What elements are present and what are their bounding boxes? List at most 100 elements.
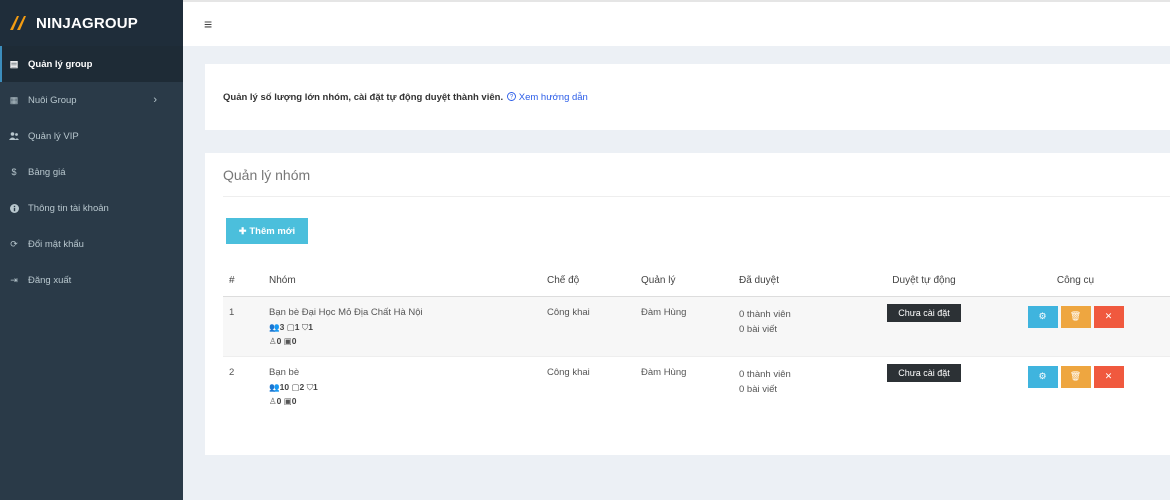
delete-button[interactable]: 🗑 [1060, 305, 1091, 328]
table-row[interactable]: 2 Bạn bè 👥10 ▢2 ⛉1 ♙0 ▣0 Công khai Đàm H… [223, 356, 1170, 416]
column-header-tools: Công cụ [981, 266, 1170, 297]
sidebar-item-label: Nuôi Group [28, 94, 77, 106]
pending-count: 0 [276, 395, 282, 406]
photos-count: 0 [291, 335, 297, 346]
auto-approve-status-button[interactable]: Chưa cài đặt [887, 363, 961, 382]
posts-count: 2 [299, 381, 305, 392]
admins-count: 1 [308, 321, 313, 332]
close-icon: ✕ [1104, 311, 1113, 321]
members-icon: 👥 [269, 381, 280, 392]
column-header-admin[interactable]: Quản lý [641, 266, 739, 297]
close-icon: ✕ [1104, 371, 1113, 381]
approved-cell: 0 thành viên 0 bài viết [739, 356, 867, 416]
image-icon: ▣ [283, 395, 292, 406]
approved-posts: 0 bài viết [739, 383, 778, 395]
tools-cell: ⚙ 🗑 ✕ [981, 356, 1170, 416]
approved-cell: 0 thành viên 0 bài viết [739, 296, 867, 356]
row-number: 2 [229, 366, 235, 378]
brand[interactable]: NINJAGROUP [0, 0, 183, 46]
sidebar-item-doi-mat-khau[interactable]: ⟳ Đổi mật khẩu [0, 226, 183, 262]
approved-members: 0 thành viên [739, 308, 791, 320]
group-name[interactable]: Bạn bè Đại Học Mỏ Địa Chất Hà Nội [269, 307, 547, 318]
menu-toggle-icon[interactable]: ≡ [204, 17, 212, 31]
sidebar-item-label: Đổi mật khẩu [28, 238, 84, 250]
sidebar-item-label: Thông tin tài khoản [28, 202, 109, 214]
user-icon: ♙ [269, 395, 277, 406]
refresh-icon: ⟳ [10, 238, 18, 249]
delete-button[interactable]: 🗑 [1060, 365, 1091, 388]
approved-members: 0 thành viên [739, 368, 791, 380]
dollar-icon: $ [11, 167, 17, 177]
auto-approve-cell: Chưa cài đặt [867, 356, 981, 416]
user-icon: ♙ [269, 335, 277, 346]
sidebar-item-label: Quản lý VIP [28, 130, 79, 142]
group-pending-stats: ♙0 ▣0 [269, 335, 547, 347]
pending-count: 0 [276, 335, 282, 346]
info-box: Quản lý số lượng lớn nhóm, cài đặt tự độ… [205, 64, 1170, 130]
trash-icon: 🗑 [1069, 371, 1082, 381]
auto-approve-cell: Chưa cài đặt [867, 296, 981, 356]
top-header: ≡ [183, 0, 1170, 46]
calendar-icon: ▦ [9, 94, 19, 105]
chevron-right-icon: › [153, 94, 157, 106]
sidebar-item-thong-tin-tai-khoan[interactable]: Thông tin tài khoản [0, 190, 183, 226]
members-count: 10 [279, 381, 290, 392]
settings-button[interactable]: ⚙ [1027, 365, 1058, 388]
info-text: Quản lý số lượng lớn nhóm, cài đặt tự độ… [223, 91, 504, 103]
trash-icon: 🗑 [1069, 311, 1082, 321]
gear-icon: ⚙ [1038, 311, 1047, 321]
database-icon: ▤ [9, 58, 19, 69]
remove-button[interactable]: ✕ [1093, 305, 1124, 328]
column-header-group[interactable]: Nhóm [269, 266, 547, 297]
members-icon: 👥 [269, 321, 280, 332]
image-icon: ▣ [283, 335, 292, 346]
brand-name: NINJAGROUP [36, 14, 139, 32]
group-mode: Công khai [547, 366, 590, 378]
group-stats: 👥3 ▢1 ⛉1 [269, 321, 547, 333]
group-management-panel: Quản lý nhóm ✚ Thêm mới # Nhóm Chế độ Qu… [205, 153, 1170, 455]
question-circle-icon: ? [507, 91, 517, 101]
group-name[interactable]: Bạn bè [269, 367, 547, 378]
add-new-label: Thêm mới [249, 225, 296, 237]
group-mode: Công khai [547, 306, 590, 318]
users-icon [7, 132, 21, 140]
sidebar-item-nuoi-group[interactable]: ▦ Nuôi Group › [0, 82, 183, 118]
auto-approve-status-button[interactable]: Chưa cài đặt [887, 303, 961, 322]
group-stats: 👥10 ▢2 ⛉1 [269, 381, 547, 393]
sidebar-item-label: Đăng xuất [28, 274, 72, 286]
photos-count: 0 [291, 395, 297, 406]
group-admin: Đàm Hùng [641, 366, 687, 378]
groups-table: # Nhóm Chế độ Quản lý Đã duyệt Duyệt tự … [223, 266, 1170, 416]
panel-divider [223, 196, 1170, 197]
add-new-button[interactable]: ✚ Thêm mới [226, 218, 308, 244]
panel-title: Quản lý nhóm [223, 167, 311, 183]
remove-button[interactable]: ✕ [1093, 365, 1124, 388]
sidebar-item-quan-ly-group[interactable]: ▤ Quản lý group [0, 46, 183, 82]
group-cell: Bạn bè 👥10 ▢2 ⛉1 ♙0 ▣0 [269, 356, 547, 416]
sidebar-item-dang-xuat[interactable]: ⇥ Đăng xuất [0, 262, 183, 298]
sidebar: NINJAGROUP ▤ Quản lý group ▦ Nuôi Group … [0, 0, 183, 500]
posts-count: 1 [294, 321, 300, 332]
approved-posts: 0 bài viết [739, 323, 778, 335]
sign-out-icon: ⇥ [10, 274, 18, 285]
table-row[interactable]: 1 Bạn bè Đại Học Mỏ Địa Chất Hà Nội 👥3 ▢… [223, 296, 1170, 356]
column-header-number[interactable]: # [223, 266, 269, 297]
ninja-logo-icon [10, 16, 26, 30]
sidebar-item-quan-ly-vip[interactable]: Quản lý VIP [0, 118, 183, 154]
admins-count: 1 [312, 381, 318, 392]
gear-icon: ⚙ [1038, 371, 1047, 381]
posts-icon: ▢ [286, 321, 295, 332]
table-header-row: # Nhóm Chế độ Quản lý Đã duyệt Duyệt tự … [223, 266, 1170, 297]
settings-button[interactable]: ⚙ [1027, 305, 1058, 328]
group-admin: Đàm Hùng [641, 306, 687, 318]
column-header-auto-approve[interactable]: Duyệt tự động [867, 266, 981, 297]
sidebar-item-label: Bảng giá [28, 166, 66, 178]
help-link[interactable]: ? Xem hướng dẫn [507, 92, 588, 103]
info-icon [7, 203, 21, 213]
sidebar-item-label: Quản lý group [28, 58, 93, 70]
tools-cell: ⚙ 🗑 ✕ [981, 296, 1170, 356]
column-header-mode[interactable]: Chế độ [547, 266, 641, 297]
help-link-label[interactable]: Xem hướng dẫn [519, 92, 588, 103]
sidebar-item-bang-gia[interactable]: $ Bảng giá [0, 154, 183, 190]
column-header-approved[interactable]: Đã duyệt [739, 266, 867, 297]
